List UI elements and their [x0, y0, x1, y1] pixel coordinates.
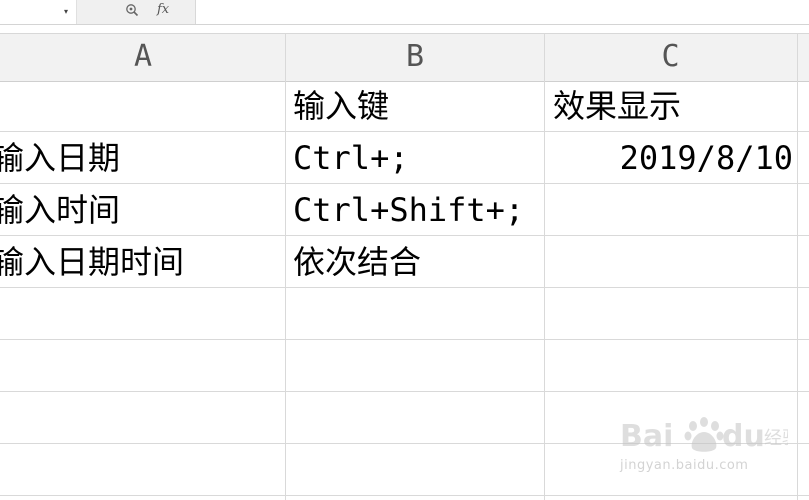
- name-box[interactable]: ▾: [0, 0, 77, 24]
- baidu-jingyan-logo: Bai du 经验: [620, 417, 800, 454]
- cell-b4[interactable]: 依次结合: [293, 236, 543, 288]
- watermark: Bai du 经验 jingyan.baidu.com: [618, 412, 800, 494]
- column-header-a[interactable]: A: [0, 33, 286, 80]
- cell-c5[interactable]: [545, 288, 797, 340]
- cell-b3[interactable]: Ctrl+Shift+;: [293, 184, 543, 236]
- svg-text:经验: 经验: [764, 428, 788, 449]
- spreadsheet-window: ▾ fx A B C 输入键 效果显示 输入日期 Ctrl+; 2019/8/1…: [0, 0, 809, 500]
- cell-c3[interactable]: [553, 184, 797, 236]
- cell-a6[interactable]: [0, 340, 285, 392]
- cell-b2[interactable]: Ctrl+;: [293, 132, 543, 184]
- svg-text:Bai: Bai: [620, 419, 673, 454]
- formula-bar: ▾ fx: [0, 0, 809, 25]
- formula-tools: fx: [77, 0, 196, 24]
- fx-icon[interactable]: fx: [157, 2, 169, 17]
- cell-a5[interactable]: [0, 288, 285, 340]
- svg-text:du: du: [722, 419, 765, 454]
- column-divider: [797, 33, 798, 500]
- column-header-b[interactable]: B: [286, 33, 544, 80]
- column-header-c[interactable]: C: [544, 33, 797, 80]
- cell-b8[interactable]: [286, 444, 544, 496]
- formula-input[interactable]: [196, 0, 809, 24]
- cell-b1[interactable]: 输入键: [293, 80, 543, 132]
- cell-a3[interactable]: 输入时间: [0, 184, 285, 236]
- cell-c6[interactable]: [545, 340, 797, 392]
- watermark-url: jingyan.baidu.com: [620, 458, 749, 473]
- cell-a7[interactable]: [0, 392, 285, 444]
- cell-a2[interactable]: 输入日期: [0, 132, 285, 184]
- cell-a1[interactable]: [0, 80, 285, 132]
- cell-c1[interactable]: 效果显示: [553, 80, 797, 132]
- cell-b7[interactable]: [286, 392, 544, 444]
- cell-c2[interactable]: 2019/8/10: [545, 132, 793, 184]
- cell-b5[interactable]: [286, 288, 544, 340]
- zoom-icon[interactable]: [125, 3, 139, 17]
- cell-a8[interactable]: [0, 444, 285, 496]
- name-box-dropdown-icon[interactable]: ▾: [64, 8, 68, 16]
- cell-a4[interactable]: 输入日期时间: [0, 236, 285, 288]
- cell-c4[interactable]: [553, 236, 797, 288]
- cell-b6[interactable]: [286, 340, 544, 392]
